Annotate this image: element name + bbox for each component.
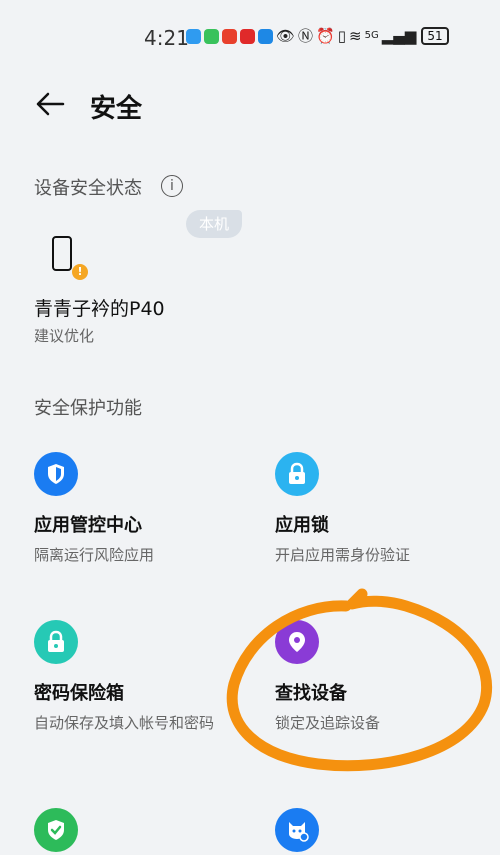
feature-subtitle: 自动保存及填入帐号和密码	[34, 714, 215, 732]
device-status-text: 建议优化	[34, 327, 95, 345]
vibrate-icon: ▯	[337, 27, 347, 45]
news-app-icon	[240, 28, 255, 44]
network-type-icon: 5G	[364, 30, 379, 41]
app-lock-item[interactable]: 应用锁 开启应用需身份验证	[275, 452, 495, 565]
chat-app-icon	[204, 28, 219, 44]
protection-section-label: 安全保护功能	[34, 398, 142, 419]
padlock-icon	[275, 452, 319, 496]
weibo-icon	[222, 28, 237, 44]
app-control-center-item[interactable]: 应用管控中心 隔离运行风险应用	[34, 452, 254, 565]
padlock-icon	[34, 620, 78, 664]
alarm-icon: ⏰	[316, 27, 335, 45]
shield-icon	[34, 452, 78, 496]
battery-icon: 51	[421, 27, 449, 45]
phone-icon	[52, 236, 72, 271]
feature-title: 应用管控中心	[34, 515, 142, 536]
guardian-item[interactable]	[275, 808, 495, 852]
signal-icon: ▂▄▆	[381, 27, 417, 45]
page-title: 安全	[90, 94, 143, 124]
feature-title: 应用锁	[275, 515, 329, 536]
guardian-icon	[275, 808, 319, 852]
back-arrow-icon[interactable]	[34, 88, 66, 120]
device-name: 青青子衿的P40	[34, 298, 165, 320]
this-device-tag: 本机	[186, 210, 242, 238]
device-status-section-label: 设备安全状态	[34, 178, 142, 199]
warning-icon: !	[72, 264, 88, 280]
translate-app-icon	[258, 28, 273, 44]
annotation-circle	[226, 588, 493, 772]
info-icon[interactable]: i	[161, 175, 183, 197]
status-bar: 4:21 👁 Ⓝ ⏰ ▯ ≋ 5G ▂▄▆ 51	[0, 0, 500, 68]
feature-title: 密码保险箱	[34, 683, 124, 704]
eye-icon: 👁	[276, 27, 296, 45]
nfc-icon: Ⓝ	[298, 27, 314, 45]
status-icons: 👁 Ⓝ ⏰ ▯ ≋ 5G ▂▄▆ 51	[186, 27, 449, 45]
wifi-icon: ≋	[349, 27, 362, 45]
security-check-item[interactable]	[34, 808, 254, 852]
password-vault-item[interactable]: 密码保险箱 自动保存及填入帐号和密码	[34, 620, 234, 733]
check-shield-icon	[34, 808, 78, 852]
status-time: 4:21	[144, 26, 189, 50]
message-app-icon	[186, 28, 201, 44]
page-header: 安全	[0, 80, 500, 132]
feature-subtitle: 隔离运行风险应用	[34, 546, 155, 564]
feature-subtitle: 开启应用需身份验证	[275, 546, 411, 564]
